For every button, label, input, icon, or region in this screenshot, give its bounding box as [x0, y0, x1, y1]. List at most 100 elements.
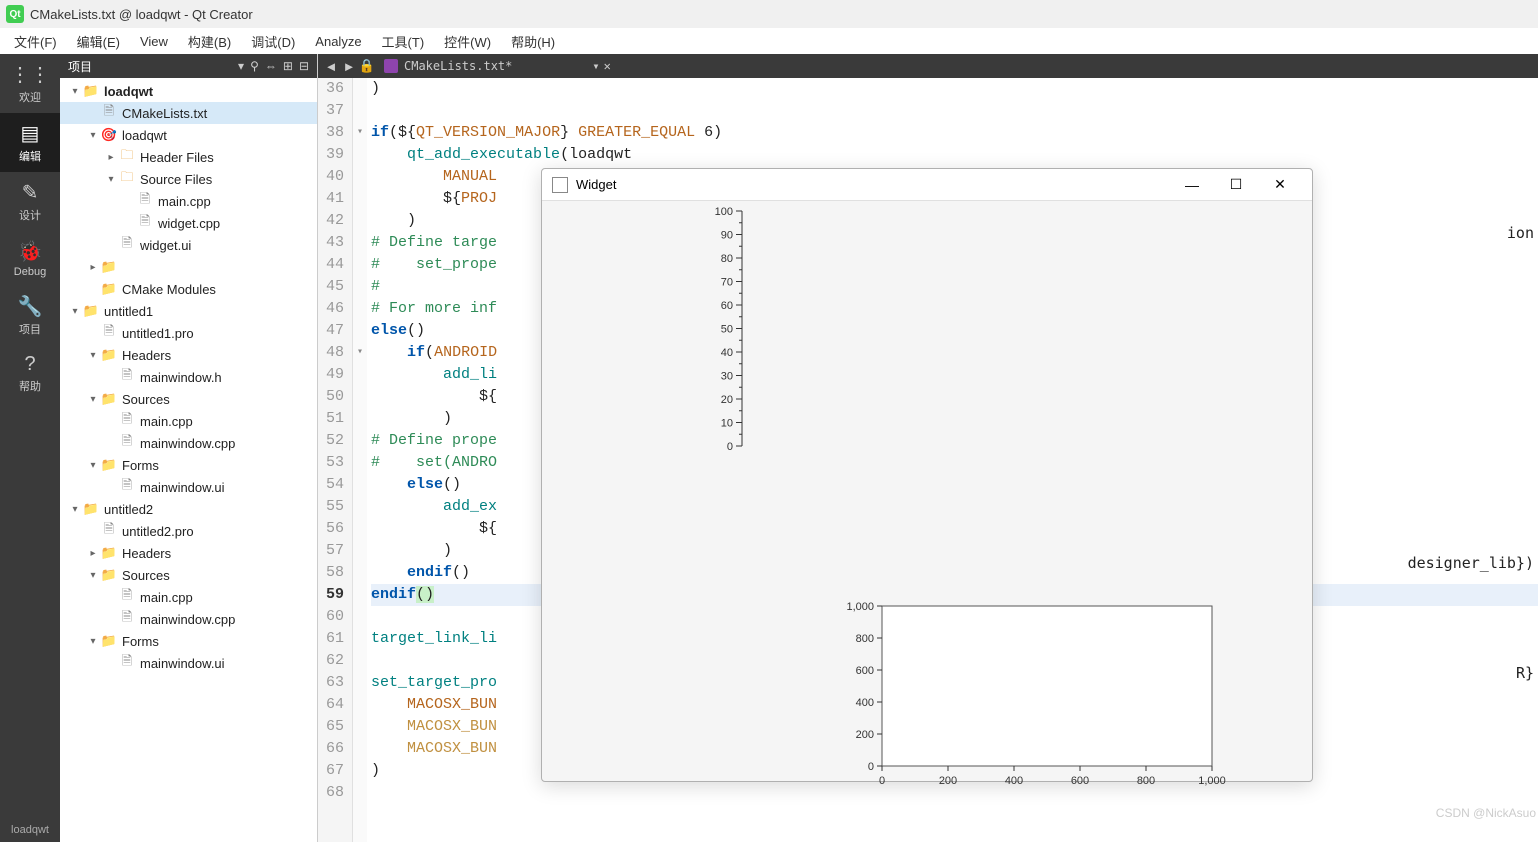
panel-tool[interactable]: ⇔ [265, 59, 277, 73]
mode-Debug[interactable]: 🐞Debug [0, 231, 60, 286]
nav-fwd-button[interactable]: ► [340, 59, 358, 74]
tree-item[interactable]: ▾📁Forms [60, 454, 317, 476]
mode-项目[interactable]: 🔧项目 [0, 286, 60, 345]
tree-item[interactable]: ▾📁loadqwt [60, 80, 317, 102]
chevron-icon[interactable]: ▾ [86, 570, 100, 581]
file-icon: 🗎 [136, 190, 154, 212]
svg-text:10: 10 [721, 418, 733, 430]
panel-tool[interactable]: ⚲ [250, 59, 259, 73]
tree-label: main.cpp [140, 590, 193, 605]
svg-text:400: 400 [1005, 775, 1023, 787]
chevron-icon[interactable]: ▾ [86, 636, 100, 647]
tree-label: Source Files [140, 172, 212, 187]
tree-item[interactable]: ▸📁 [60, 256, 317, 278]
menu-view[interactable]: View [130, 31, 178, 52]
menu-b[interactable]: 构建(B) [178, 29, 241, 54]
tree-item[interactable]: ▾🗀Source Files [60, 168, 317, 190]
project-panel-title: 项目 [68, 58, 232, 75]
menu-f[interactable]: 文件(F) [4, 29, 67, 54]
tree-item[interactable]: 🗎widget.cpp [60, 212, 317, 234]
tree-item[interactable]: ▸📁Headers [60, 542, 317, 564]
panel-tool[interactable]: ⊟ [299, 59, 309, 73]
dropdown-icon[interactable]: ▾ [592, 59, 599, 73]
tree-label: Sources [122, 568, 170, 583]
tree-item[interactable]: ▾🎯loadqwt [60, 124, 317, 146]
editor-tab[interactable]: CMakeLists.txt* ▾ ✕ [376, 59, 619, 73]
folder-icon: 📁 [100, 281, 118, 297]
folder-icon: 📁 [100, 633, 118, 649]
欢迎-icon: ⋮⋮ [10, 62, 50, 87]
tree-label: loadqwt [122, 128, 167, 143]
tree-item[interactable]: ▾📁Sources [60, 564, 317, 586]
chevron-icon[interactable]: ▸ [86, 262, 100, 273]
tree-item[interactable]: 🗎mainwindow.cpp [60, 608, 317, 630]
mode-欢迎[interactable]: ⋮⋮欢迎 [0, 54, 60, 113]
maximize-button[interactable]: ☐ [1214, 170, 1258, 200]
tree-item[interactable]: 🗎main.cpp [60, 410, 317, 432]
tree-item[interactable]: 🗎main.cpp [60, 190, 317, 212]
file-icon: 🗎 [118, 234, 136, 256]
svg-text:100: 100 [715, 206, 733, 218]
tree-item[interactable]: 🗎mainwindow.h [60, 366, 317, 388]
tree-item[interactable]: ▾📁untitled2 [60, 498, 317, 520]
menu-e[interactable]: 编辑(E) [67, 29, 130, 54]
tree-item[interactable]: ▾📁untitled1 [60, 300, 317, 322]
widget-title: Widget [576, 177, 1170, 192]
window-title: CMakeLists.txt @ loadqwt - Qt Creator [30, 7, 253, 22]
mode-编辑[interactable]: ▤编辑 [0, 113, 60, 172]
widget-window[interactable]: Widget — ☐ ✕ 0102030405060708090100 0200… [541, 168, 1313, 782]
chevron-icon[interactable]: ▾ [104, 174, 118, 185]
chevron-icon[interactable]: ▾ [68, 306, 82, 317]
qwt-thermo: 0102030405060708090100 [692, 201, 872, 461]
tree-label: untitled2.pro [122, 524, 194, 539]
menu-h[interactable]: 帮助(H) [501, 29, 565, 54]
tree-item[interactable]: 🗎 main.cpp [60, 586, 317, 608]
panel-tool[interactable]: ⊞ [283, 59, 293, 73]
file-icon: 🗎 [118, 586, 136, 608]
tree-item[interactable]: ▾📁Headers [60, 344, 317, 366]
chevron-icon[interactable]: ▾ [86, 130, 100, 141]
kit-selector[interactable]: loadqwt [0, 818, 60, 842]
tree-item[interactable]: ▾📁Sources [60, 388, 317, 410]
nav-back-button[interactable]: ◄ [322, 59, 340, 74]
tree-item[interactable]: 🗎untitled1.pro [60, 322, 317, 344]
file-icon: 🗎 [136, 212, 154, 234]
menu-analyze[interactable]: Analyze [305, 31, 371, 52]
close-button[interactable]: ✕ [1258, 170, 1302, 200]
chevron-icon[interactable]: ▾ [86, 460, 100, 471]
tree-item[interactable]: 🗎 untitled2.pro [60, 520, 317, 542]
widget-titlebar[interactable]: Widget — ☐ ✕ [542, 169, 1312, 201]
project-tree[interactable]: ▾📁loadqwt🗎CMakeLists.txt▾🎯loadqwt▸🗀Heade… [60, 78, 317, 842]
chevron-icon[interactable]: ▾ [86, 394, 100, 405]
mode-设计[interactable]: ✎设计 [0, 172, 60, 231]
svg-text:50: 50 [721, 324, 733, 336]
tree-item[interactable]: 🗎mainwindow.ui [60, 476, 317, 498]
tree-item[interactable]: ▾📁Forms [60, 630, 317, 652]
chevron-icon[interactable]: ▸ [104, 152, 118, 163]
close-tab-button[interactable]: ✕ [604, 59, 611, 73]
tree-item[interactable]: 🗎mainwindow.cpp [60, 432, 317, 454]
code-fragment: R} [1516, 664, 1534, 682]
qt-logo-icon: Qt [6, 5, 24, 23]
file-icon: 🗎 [118, 476, 136, 498]
tree-label: mainwindow.cpp [140, 436, 235, 451]
chevron-icon[interactable]: ▾ [68, 504, 82, 515]
menu-w[interactable]: 控件(W) [434, 29, 501, 54]
tree-item[interactable]: 🗎mainwindow.ui [60, 652, 317, 674]
tree-item[interactable]: 🗎CMakeLists.txt [60, 102, 317, 124]
mode-帮助[interactable]: ?帮助 [0, 345, 60, 402]
folder-icon: 📁 [100, 259, 118, 275]
tree-label: untitled1 [104, 304, 153, 319]
tree-item[interactable]: 🗎widget.ui [60, 234, 317, 256]
chevron-icon[interactable]: ▾ [86, 350, 100, 361]
panel-tool[interactable]: ▾ [238, 59, 244, 73]
file-icon: 🗎 [100, 520, 118, 542]
chevron-icon[interactable]: ▾ [68, 86, 82, 97]
menu-d[interactable]: 调试(D) [241, 29, 305, 54]
minimize-button[interactable]: — [1170, 170, 1214, 200]
svg-text:1,000: 1,000 [846, 601, 874, 613]
tree-item[interactable]: 📁CMake Modules [60, 278, 317, 300]
chevron-icon[interactable]: ▸ [86, 548, 100, 559]
menu-t[interactable]: 工具(T) [372, 29, 435, 54]
tree-item[interactable]: ▸🗀Header Files [60, 146, 317, 168]
